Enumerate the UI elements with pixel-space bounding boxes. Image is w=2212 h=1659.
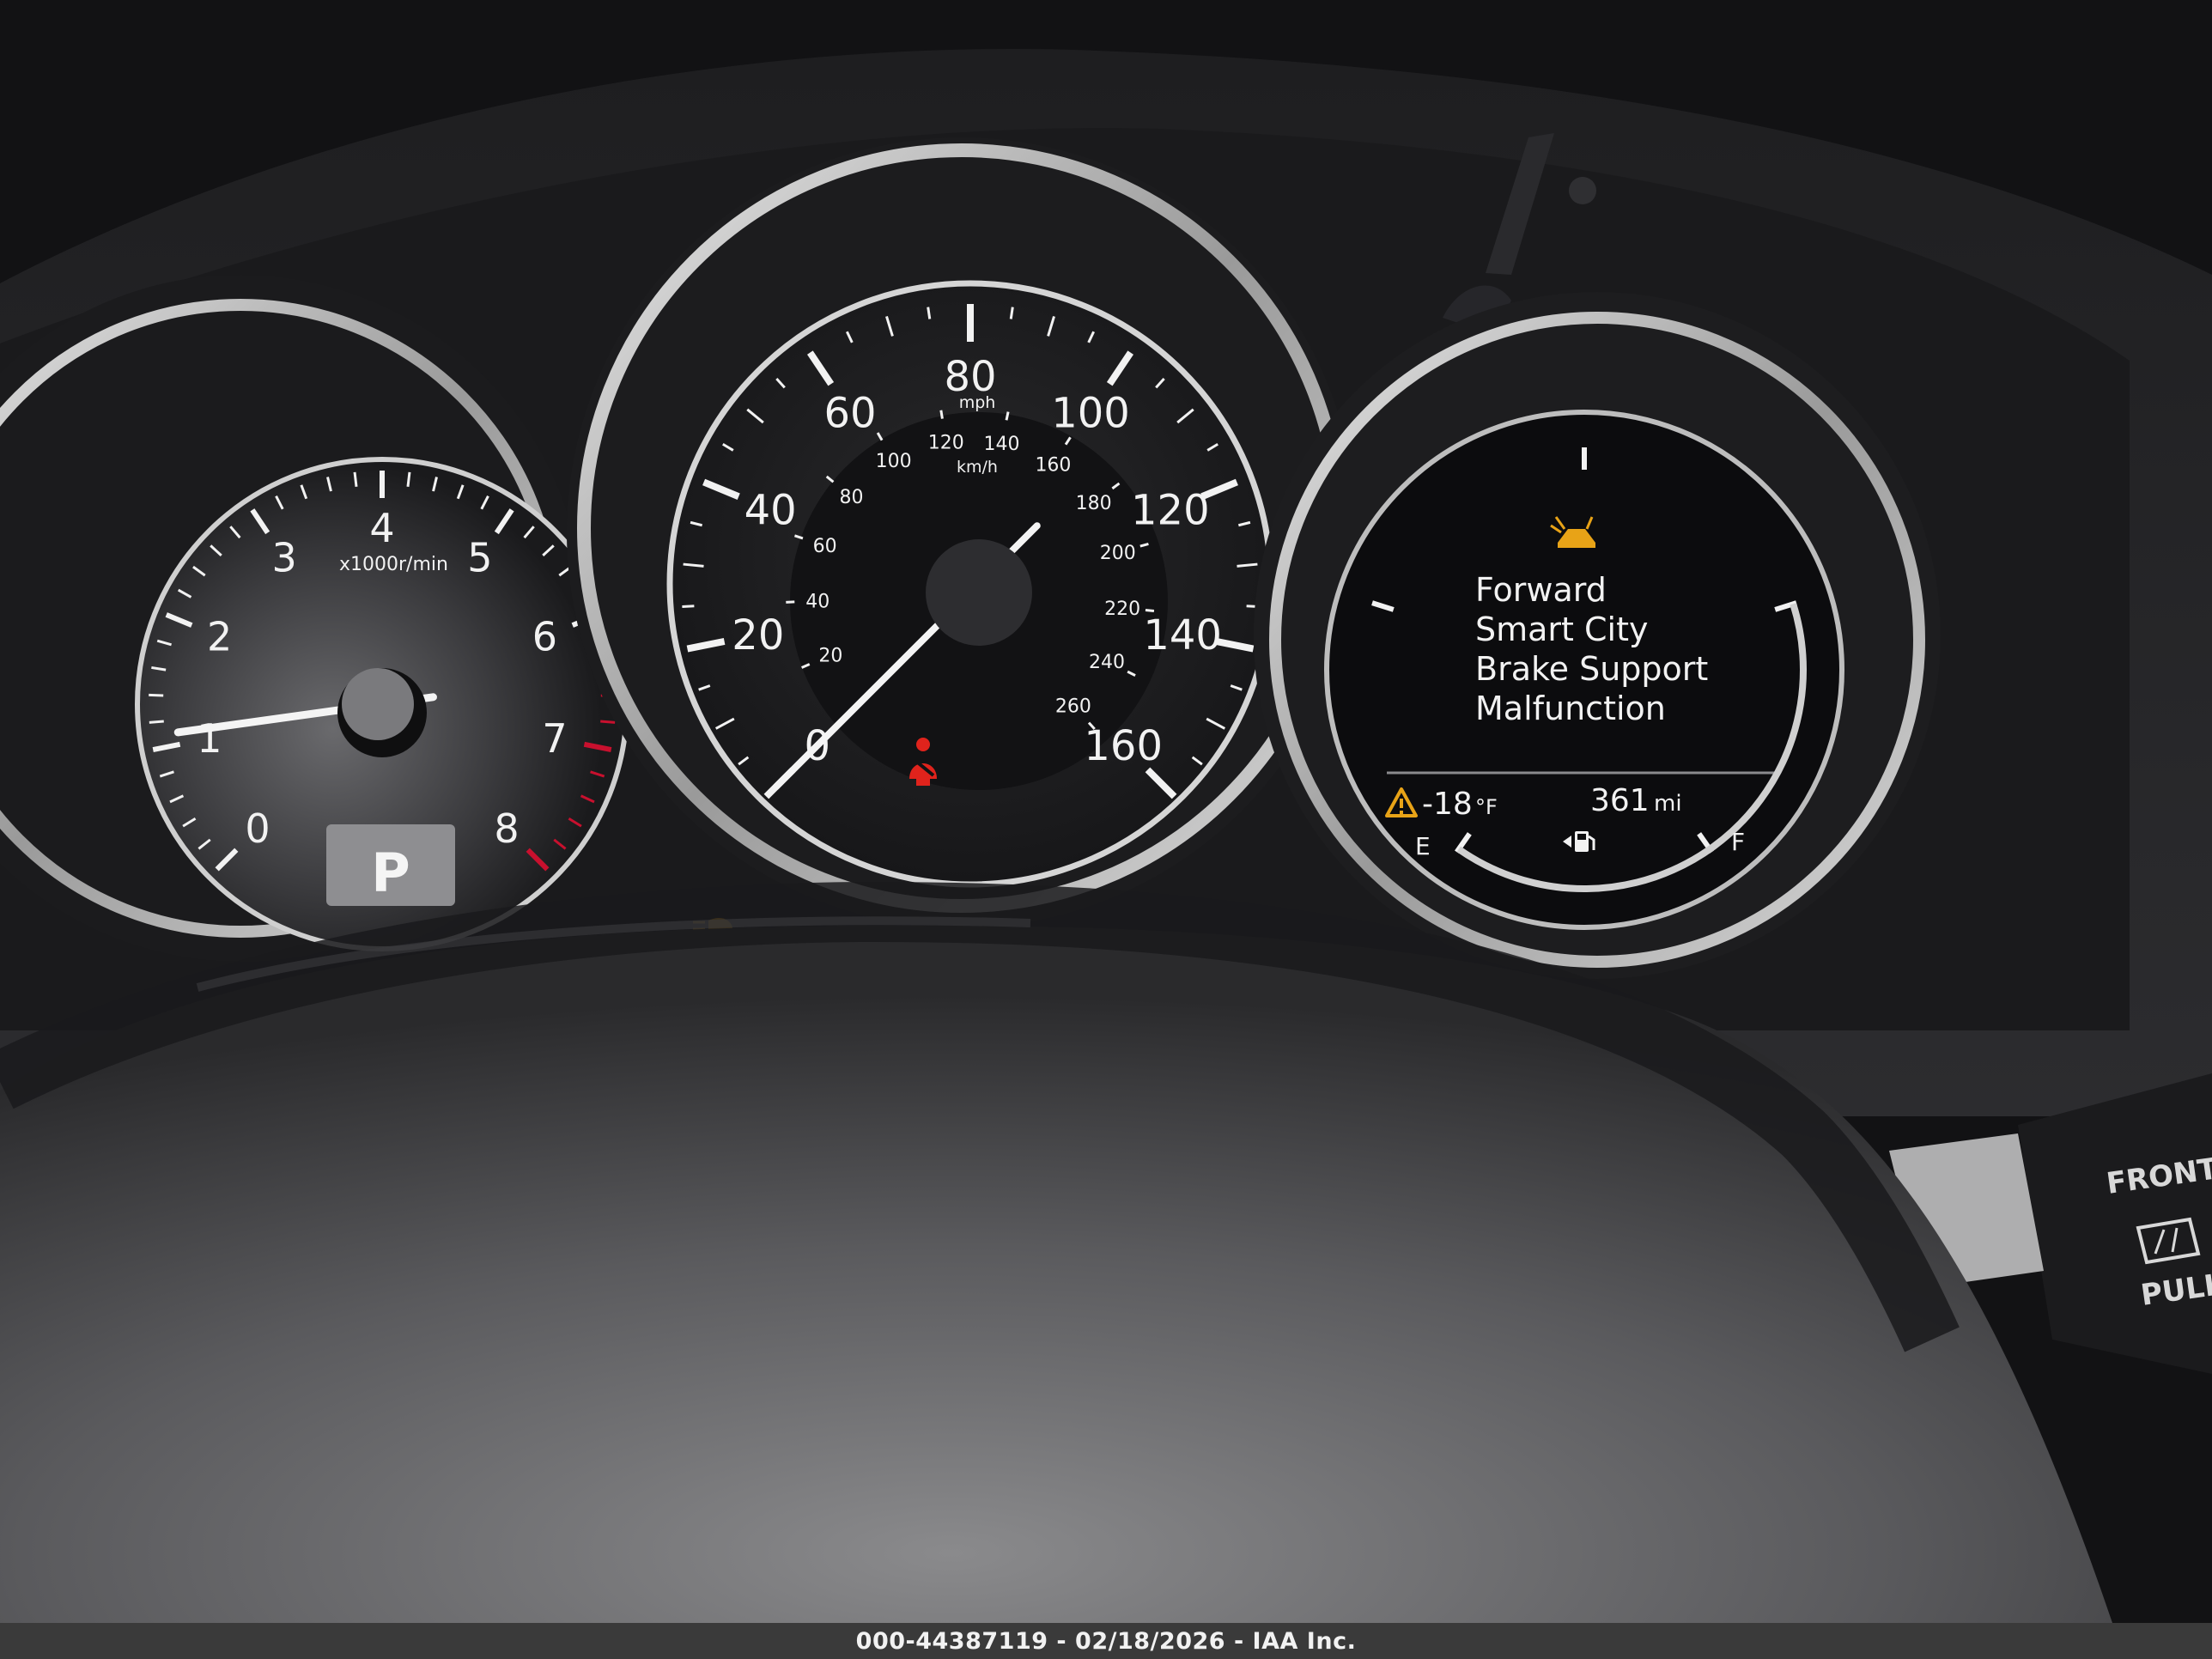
speedo-tick [1009,307,1014,319]
gear-indicator: P [371,842,410,904]
alert-line-4: Malfunction [1475,690,1666,727]
range-unit: mi [1654,791,1682,817]
outside-temp-unit: °F [1475,795,1498,819]
mph-numeral: 100 [1051,389,1130,437]
mph-numeral: 20 [732,611,784,659]
tach-numeral: 0 [245,805,270,852]
kmh-numeral: 20 [818,645,842,666]
tach-numeral: 7 [542,715,567,762]
outside-temp-value: -18 [1422,787,1473,822]
tach-numeral: 5 [467,535,492,581]
tach-numeral: 1 [197,715,222,762]
tach-numeral: 2 [207,614,232,660]
alert-line-1: Forward [1475,571,1607,609]
instrument-cluster-photo: FRONT PULL 012345678 x1000r/min P 204060… [0,0,2212,1659]
speedo-hub [926,539,1032,646]
tach-numeral: 8 [494,805,519,852]
photo-caption-bar: 000-44387119 - 02/18/2026 - IAA Inc. [0,1623,2212,1659]
mph-numeral: 40 [744,487,797,535]
kmh-numeral: 220 [1104,599,1140,620]
mph-unit-label: mph [959,393,996,412]
kmh-numeral: 160 [1035,454,1071,476]
tach-tick [353,471,358,487]
mph-numeral: 120 [1131,487,1210,535]
kmh-tick [939,410,944,419]
kmh-numeral: 180 [1076,493,1112,514]
kmh-tick [1005,411,1010,421]
mph-numeral: 140 [1143,611,1222,659]
multi-info-display: Forward Smart City Brake Support Malfunc… [1254,292,1941,979]
tach-unit-label: x1000r/min [339,554,448,575]
fuel-empty-label: E [1415,832,1431,860]
photo-caption: 000-44387119 - 02/18/2026 - IAA Inc. [855,1627,1357,1655]
tach-hub [342,668,414,740]
fuel-full-label: F [1731,828,1745,856]
tach-tick [600,720,616,724]
photo-frame: FRONT PULL 012345678 x1000r/min P 20 40 … [0,0,2212,1659]
kmh-numeral: 120 [928,432,964,453]
speedo-tick [927,307,932,319]
kmh-numeral: 140 [983,434,1019,455]
alert-line-3: Brake Support [1475,650,1708,688]
tach-numeral: 4 [369,505,394,551]
mph-numeral: 60 [823,389,876,437]
kmh-numeral: 240 [1089,652,1125,673]
kmh-numeral: 80 [839,487,863,508]
mph-numeral: 160 [1084,722,1163,770]
kmh-numeral: 60 [813,536,837,557]
speedo-tick [682,605,695,608]
tach-numeral: 3 [271,535,296,581]
kmh-numeral: 100 [876,451,912,472]
kmh-numeral: 40 [805,591,830,612]
kmh-numeral: 200 [1100,543,1136,564]
kmh-tick [786,600,795,604]
alert-line-2: Smart City [1475,611,1649,648]
kmh-numeral: 260 [1055,696,1091,718]
kmh-unit-label: km/h [957,458,998,477]
tach-tick [406,471,411,487]
tach-numeral: 6 [532,614,557,660]
range-value: 361 [1590,783,1650,818]
tach-tick [149,720,164,724]
tach-tick [149,693,164,697]
kmh-tick [1145,608,1155,612]
